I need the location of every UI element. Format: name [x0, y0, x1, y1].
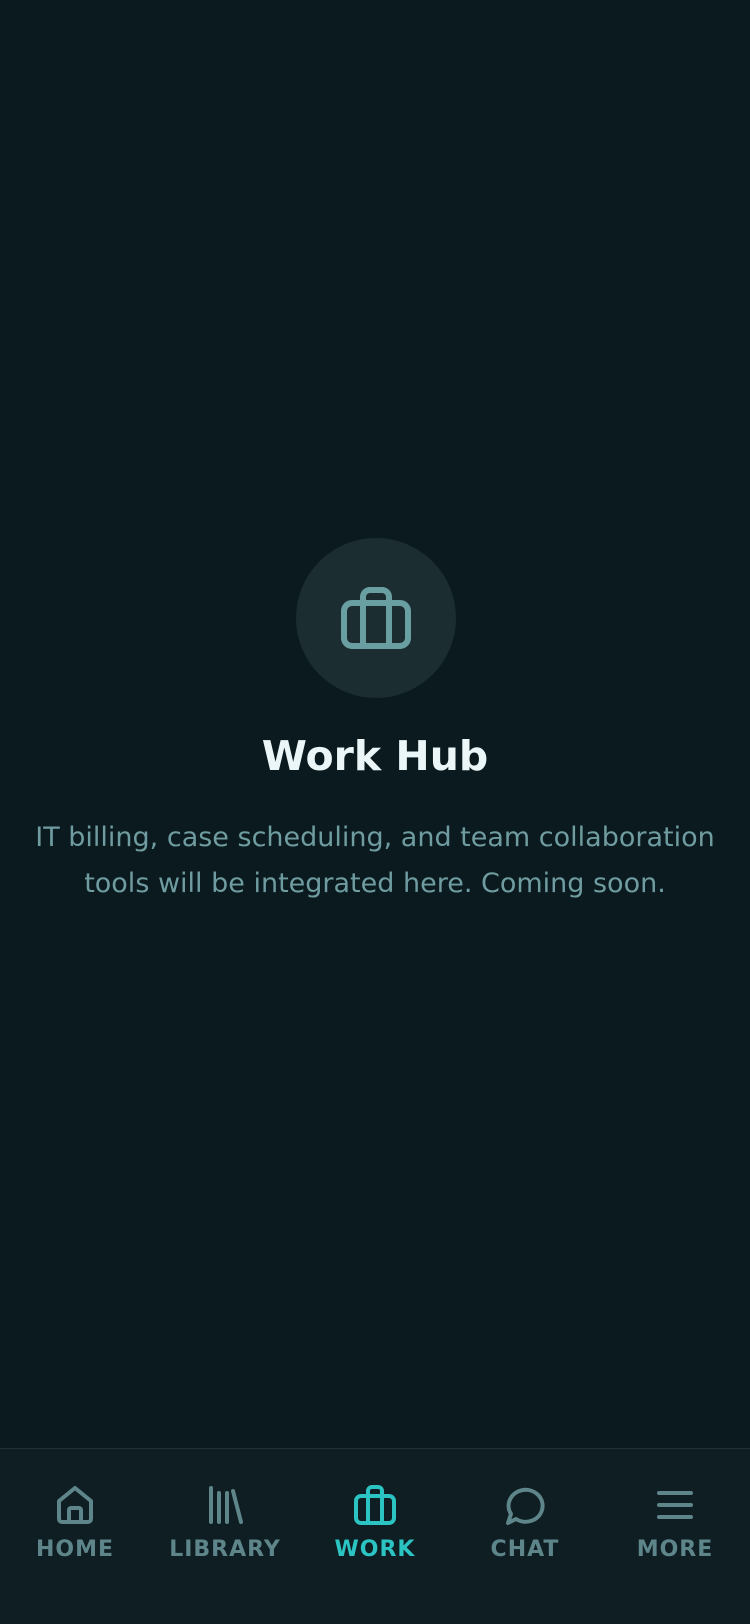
- tab-home-label: HOME: [35, 1537, 115, 1562]
- tab-work[interactable]: WORK: [300, 1449, 450, 1569]
- briefcase-icon: [354, 1485, 396, 1525]
- bottom-tab-bar: HOME LIBRARY WORK CHAT MORE: [0, 1448, 750, 1624]
- tab-chat[interactable]: CHAT: [450, 1449, 600, 1569]
- page-title: Work Hub: [261, 732, 489, 780]
- menu-icon: [657, 1491, 693, 1519]
- empty-state: Work Hub IT billing, case scheduling, an…: [0, 0, 750, 1448]
- tab-work-label: WORK: [334, 1537, 416, 1562]
- tab-chat-label: CHAT: [490, 1537, 560, 1562]
- tab-library-label: LIBRARY: [169, 1537, 281, 1562]
- hero-icon-circle: [296, 538, 456, 698]
- briefcase-icon: [341, 587, 411, 649]
- library-icon: [209, 1486, 243, 1524]
- work-hub-screen: Work Hub IT billing, case scheduling, an…: [0, 0, 750, 1624]
- tab-more-label: MORE: [636, 1537, 714, 1562]
- page-subtitle: IT billing, case scheduling, and team co…: [35, 822, 715, 899]
- tab-library[interactable]: LIBRARY: [150, 1449, 300, 1569]
- tab-home[interactable]: HOME: [0, 1449, 150, 1569]
- tab-more[interactable]: MORE: [600, 1449, 750, 1569]
- home-icon: [57, 1486, 93, 1524]
- chat-bubble-icon: [506, 1487, 545, 1525]
